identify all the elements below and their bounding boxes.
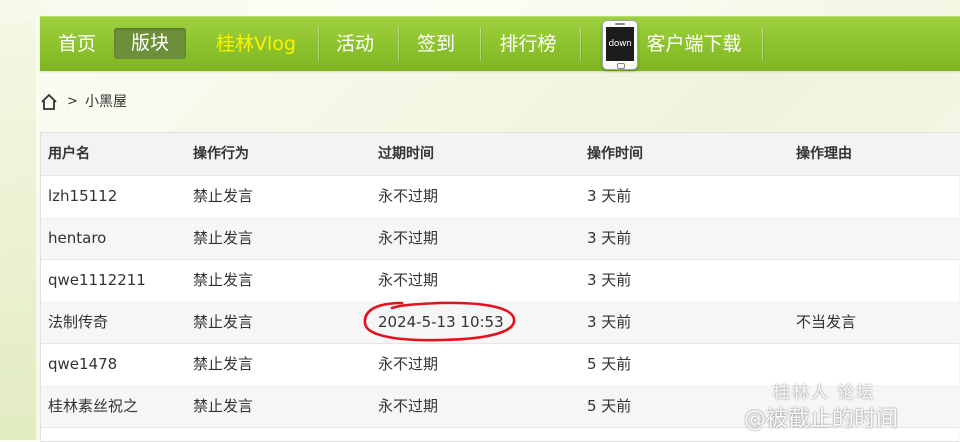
- phone-speaker: [615, 23, 625, 25]
- header-username: 用户名: [48, 146, 90, 162]
- breadcrumb-current[interactable]: 小黑屋: [85, 88, 127, 116]
- nav-divider: [318, 27, 319, 61]
- row-expire: 2024-5-13 10:53: [378, 313, 504, 331]
- row-username[interactable]: hentaro: [48, 217, 106, 259]
- row-action: 禁止发言: [193, 397, 254, 415]
- nav-divider: [398, 27, 399, 61]
- row-time: 5 天前: [587, 397, 632, 415]
- row-action: 禁止发言: [193, 355, 254, 373]
- row-action: 禁止发言: [193, 313, 254, 331]
- row-time: 3 天前: [587, 313, 632, 331]
- main-nav: 首页 版块 桂林Vlog 活动 签到 排行榜 down 客户端下载: [40, 16, 960, 71]
- header-expire-time: 过期时间: [378, 146, 434, 162]
- breadcrumb-separator: >: [67, 94, 78, 109]
- nav-item-leaderboard[interactable]: 排行榜: [492, 17, 564, 71]
- home-icon[interactable]: [40, 93, 58, 111]
- nav-item-events[interactable]: 活动: [330, 17, 380, 71]
- header-action: 操作行为: [193, 146, 249, 162]
- row-expire: 永不过期: [378, 397, 439, 415]
- row-username[interactable]: 法制传奇: [48, 301, 108, 343]
- row-username[interactable]: 桂林素丝祝之: [48, 385, 138, 427]
- table-row: qwe1112211 禁止发言 永不过期 3 天前: [41, 259, 959, 302]
- nav-item-guilin-vlog[interactable]: 桂林Vlog: [206, 17, 306, 71]
- row-expire: 永不过期: [378, 271, 439, 289]
- row-username[interactable]: qwe1478: [48, 343, 117, 385]
- nav-item-checkin[interactable]: 签到: [410, 17, 462, 71]
- table-row: 法制传奇 禁止发言 2024-5-13 10:53 3 天前 不当发言: [41, 301, 959, 344]
- row-expire: 永不过期: [378, 229, 439, 247]
- nav-divider: [480, 27, 481, 61]
- phone-screen-label: down: [606, 27, 634, 61]
- row-action: 禁止发言: [193, 271, 254, 289]
- phone-home-button: [617, 63, 625, 69]
- row-expire: 永不过期: [378, 355, 439, 373]
- header-operation-time: 操作时间: [587, 146, 643, 162]
- row-action: 禁止发言: [193, 187, 254, 205]
- table-row: lzh15112 禁止发言 永不过期 3 天前: [41, 175, 959, 218]
- row-expire: 永不过期: [378, 187, 439, 205]
- row-username[interactable]: lzh15112: [48, 175, 117, 217]
- watermark-author: @被截止的时间: [744, 407, 899, 432]
- row-action: 禁止发言: [193, 229, 254, 247]
- watermark-site-name: 桂林人 论坛: [773, 383, 876, 403]
- nav-divider: [580, 27, 581, 61]
- nav-item-boards[interactable]: 版块: [114, 28, 186, 59]
- row-time: 5 天前: [587, 355, 632, 373]
- row-time: 3 天前: [587, 271, 632, 289]
- row-time: 3 天前: [587, 187, 632, 205]
- nav-item-client-download[interactable]: 客户端下载: [642, 17, 746, 71]
- nav-item-home[interactable]: 首页: [52, 17, 102, 71]
- table-row: hentaro 禁止发言 永不过期 3 天前: [41, 217, 959, 260]
- header-reason: 操作理由: [796, 146, 852, 162]
- row-time: 3 天前: [587, 229, 632, 247]
- mobile-phone-icon[interactable]: down: [602, 20, 638, 70]
- table-header-row: 用户名 操作行为 过期时间 操作时间 操作理由: [41, 133, 959, 176]
- row-reason: 不当发言: [796, 313, 857, 331]
- nav-divider: [762, 27, 763, 61]
- row-username[interactable]: qwe1112211: [48, 259, 146, 301]
- background-decoration: [0, 0, 36, 440]
